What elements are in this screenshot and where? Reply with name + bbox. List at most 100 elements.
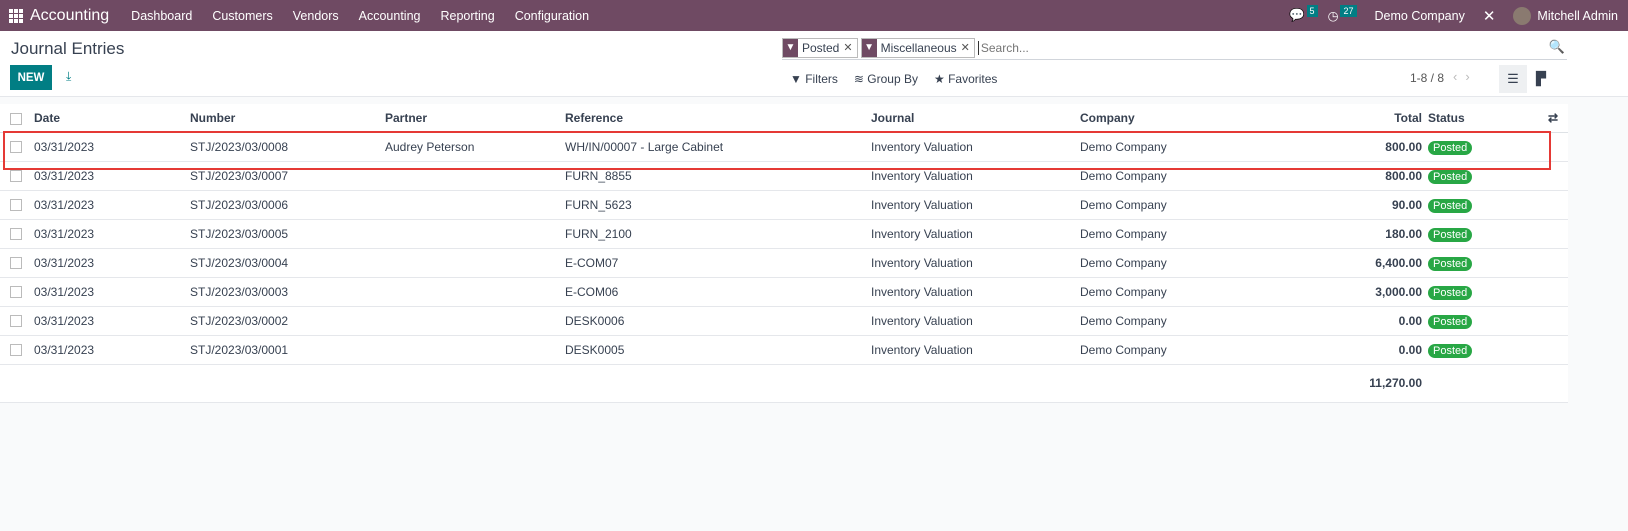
cell-partner bbox=[385, 277, 565, 307]
debug-tools-icon[interactable]: ✕ bbox=[1483, 7, 1496, 25]
status-badge: Posted bbox=[1428, 256, 1473, 271]
cell-date: 03/31/2023 bbox=[34, 306, 190, 336]
cell-number: STJ/2023/03/0007 bbox=[190, 161, 385, 191]
journal-entries-table: Date Number Partner Reference Journal Co… bbox=[0, 104, 1568, 403]
cell-journal: Inventory Valuation bbox=[871, 248, 1080, 278]
row-checkbox[interactable] bbox=[10, 257, 22, 270]
company-switcher[interactable]: Demo Company bbox=[1375, 9, 1465, 23]
status-badge: Posted bbox=[1428, 227, 1473, 242]
row-checkbox[interactable] bbox=[10, 141, 22, 154]
col-date[interactable]: Date bbox=[34, 104, 190, 133]
col-partner[interactable]: Partner bbox=[385, 104, 565, 133]
table-row[interactable]: 03/31/2023 STJ/2023/03/0007 FURN_8855 Inven… bbox=[0, 161, 1568, 191]
cell-reference: FURN_8855 bbox=[565, 161, 871, 191]
facet-miscellaneous: ▼ Miscellaneous ✕ bbox=[860, 37, 975, 58]
status-badge: Posted bbox=[1428, 343, 1473, 358]
status-badge: Posted bbox=[1428, 140, 1473, 155]
cell-number: STJ/2023/03/0003 bbox=[190, 277, 385, 307]
user-menu[interactable]: Mitchell Admin bbox=[1537, 9, 1618, 23]
menu-accounting[interactable]: Accounting bbox=[359, 9, 421, 23]
cell-journal: Inventory Valuation bbox=[871, 306, 1080, 336]
download-icon[interactable]: ⤓ bbox=[66, 69, 71, 84]
search-bar: ▼Posted✕ ▼Miscellaneous✕ 🔍 bbox=[782, 36, 1567, 60]
remove-facet-icon[interactable]: ✕ bbox=[961, 41, 974, 54]
cell-number: STJ/2023/03/0001 bbox=[190, 335, 385, 365]
col-number[interactable]: Number bbox=[190, 104, 385, 133]
col-company[interactable]: Company bbox=[1080, 104, 1280, 133]
filters-button[interactable]: ▼ Filters bbox=[790, 72, 838, 86]
cell-company: Demo Company bbox=[1080, 190, 1280, 220]
menu-customers[interactable]: Customers bbox=[212, 9, 272, 23]
next-page-icon[interactable]: › bbox=[1465, 69, 1477, 84]
group-by-button[interactable]: ≋ Group By bbox=[854, 72, 918, 86]
cell-number: STJ/2023/03/0006 bbox=[190, 190, 385, 220]
filter-icon: ▼ bbox=[861, 38, 877, 57]
col-status[interactable]: Status bbox=[1428, 104, 1538, 133]
control-panel: Journal Entries NEW ⤓ ▼ Posted ✕ ▼ Miscella… bbox=[0, 31, 1628, 97]
col-reference[interactable]: Reference bbox=[565, 104, 871, 133]
row-checkbox[interactable] bbox=[10, 344, 22, 357]
cell-partner bbox=[385, 335, 565, 365]
messages-icon[interactable]: 💬 bbox=[1289, 8, 1305, 23]
cell-date: 03/31/2023 bbox=[34, 219, 190, 249]
search-input[interactable] bbox=[977, 40, 1538, 55]
row-checkbox[interactable] bbox=[10, 228, 22, 241]
cell-journal: Inventory Valuation bbox=[871, 132, 1080, 162]
messages-badge: 5 bbox=[1306, 4, 1318, 17]
cell-journal: Inventory Valuation bbox=[871, 190, 1080, 220]
table-row[interactable]: 03/31/2023 STJ/2023/03/0005 FURN_2100 Inven… bbox=[0, 219, 1568, 249]
cell-partner: Audrey Peterson bbox=[385, 132, 565, 162]
app-name[interactable]: Accounting bbox=[30, 7, 109, 25]
status-badge: Posted bbox=[1428, 314, 1473, 329]
table-row[interactable]: 03/31/2023 STJ/2023/03/0001 DESK0005 Invent… bbox=[0, 335, 1568, 365]
cell-reference: E-COM07 bbox=[565, 248, 871, 278]
cell-date: 03/31/2023 bbox=[34, 277, 190, 307]
cell-total: 180.00 bbox=[1280, 219, 1428, 249]
menu-vendors[interactable]: Vendors bbox=[293, 9, 339, 23]
cell-number: STJ/2023/03/0002 bbox=[190, 306, 385, 336]
table-row[interactable]: 03/31/2023 STJ/2023/03/0002 DESK0006 Invent… bbox=[0, 306, 1568, 336]
row-checkbox[interactable] bbox=[10, 286, 22, 299]
search-icon[interactable]: 🔍 bbox=[1549, 39, 1565, 55]
activity-clock-icon[interactable]: ◷ bbox=[1328, 8, 1339, 23]
table-row[interactable]: 03/31/2023 STJ/2023/03/0004 E-COM07 Invento… bbox=[0, 248, 1568, 278]
cell-journal: Inventory Valuation bbox=[871, 335, 1080, 365]
col-total[interactable]: Total bbox=[1280, 104, 1428, 133]
filter-icon: ▼ bbox=[783, 38, 798, 57]
cell-total: 0.00 bbox=[1280, 335, 1428, 365]
menu-configuration[interactable]: Configuration bbox=[515, 9, 589, 23]
select-all-checkbox[interactable] bbox=[10, 112, 22, 125]
cell-partner bbox=[385, 219, 565, 249]
cell-partner bbox=[385, 306, 565, 336]
remove-facet-icon[interactable]: ✕ bbox=[843, 41, 856, 54]
app-menu-icon[interactable] bbox=[9, 8, 23, 23]
cell-total: 90.00 bbox=[1280, 190, 1428, 220]
pager-value[interactable]: 1-8 / 8 bbox=[1410, 71, 1444, 85]
list-view-icon[interactable]: ☰ bbox=[1499, 65, 1527, 93]
avatar[interactable] bbox=[1513, 6, 1532, 25]
row-checkbox[interactable] bbox=[10, 170, 22, 183]
favorites-button[interactable]: ★ Favorites bbox=[934, 72, 997, 86]
table-row[interactable]: 03/31/2023 STJ/2023/03/0008 Audrey Peterso… bbox=[0, 132, 1568, 162]
facet-posted: ▼ Posted ✕ bbox=[782, 37, 858, 58]
row-checkbox[interactable] bbox=[10, 199, 22, 212]
col-journal[interactable]: Journal bbox=[871, 104, 1080, 133]
table-header: Date Number Partner Reference Journal Co… bbox=[0, 104, 1568, 133]
previous-page-icon[interactable]: ‹ bbox=[1453, 69, 1465, 84]
table-row[interactable]: 03/31/2023 STJ/2023/03/0006 FURN_5623 Inven… bbox=[0, 190, 1568, 220]
row-checkbox[interactable] bbox=[10, 315, 22, 328]
menu-reporting[interactable]: Reporting bbox=[441, 9, 495, 23]
cell-number: STJ/2023/03/0004 bbox=[190, 248, 385, 278]
cell-reference: FURN_2100 bbox=[565, 219, 871, 249]
optional-columns-icon[interactable]: ⇄ bbox=[1538, 104, 1568, 133]
page-title: Journal Entries bbox=[11, 39, 125, 58]
new-button[interactable]: NEW bbox=[10, 65, 52, 90]
table-row[interactable]: 03/31/2023 STJ/2023/03/0003 E-COM06 Invento… bbox=[0, 277, 1568, 307]
kanban-view-icon[interactable]: ▛ bbox=[1527, 65, 1555, 93]
cell-partner bbox=[385, 161, 565, 191]
totals-row: 11,270.00 bbox=[0, 364, 1568, 403]
menu-dashboard[interactable]: Dashboard bbox=[131, 9, 192, 23]
cell-company: Demo Company bbox=[1080, 277, 1280, 307]
cell-reference: DESK0005 bbox=[565, 335, 871, 365]
cell-reference: E-COM06 bbox=[565, 277, 871, 307]
